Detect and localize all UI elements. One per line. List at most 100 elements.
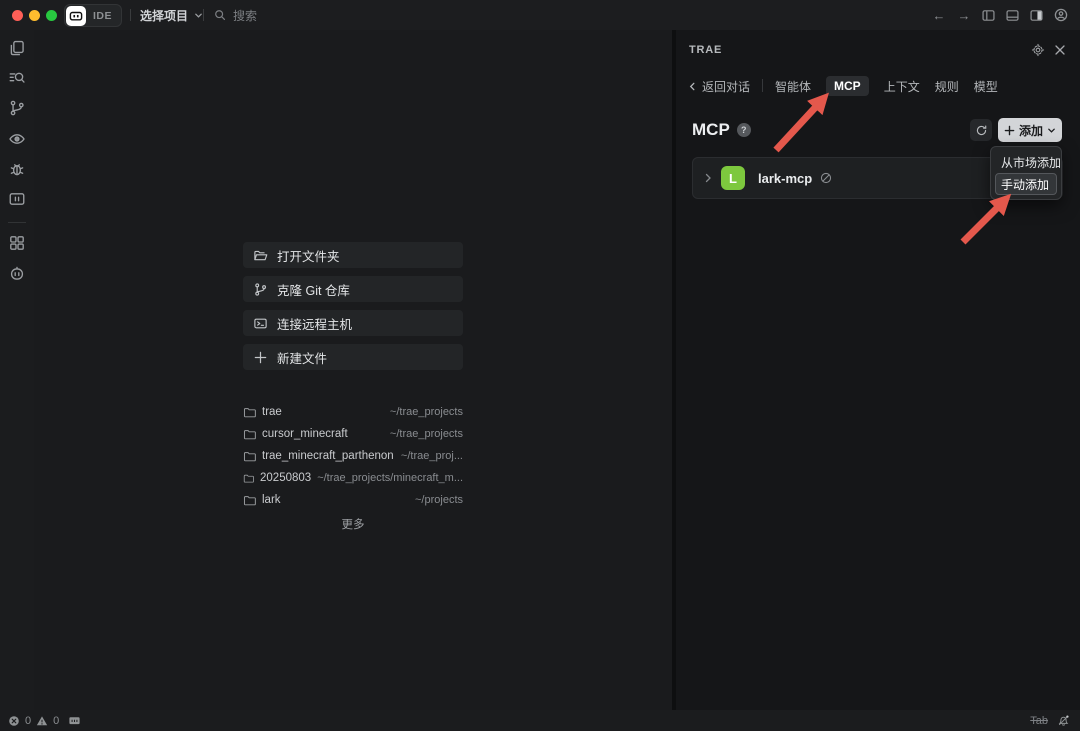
project-name: 20250803 xyxy=(260,472,312,484)
menu-item-add-manually[interactable]: 手动添加 xyxy=(995,173,1057,195)
connect-remote-host-label: 连接远程主机 xyxy=(277,317,353,332)
tab-row-divider xyxy=(762,79,763,92)
server-name: lark-mcp xyxy=(758,170,813,186)
error-icon xyxy=(9,715,19,726)
error-count: 0 xyxy=(25,714,32,727)
sidebar-item-ai-agent[interactable] xyxy=(8,264,26,282)
back-to-chat-link[interactable]: 返回对话 xyxy=(688,75,750,97)
help-icon[interactable]: ? xyxy=(736,123,751,137)
global-search[interactable]: 搜索 xyxy=(214,0,257,30)
tab-mcp[interactable]: MCP xyxy=(826,76,869,96)
traffic-light-zoom-button[interactable] xyxy=(46,10,57,21)
tab-context[interactable]: 上下文 xyxy=(884,78,920,95)
open-folder-label: 打开文件夹 xyxy=(277,249,340,264)
more-link[interactable]: 更多 xyxy=(243,516,463,532)
toggle-left-panel-button[interactable] xyxy=(981,8,996,23)
recent-project-row[interactable]: trae_minecraft_parthenon ~/trae_proj... xyxy=(243,445,463,467)
chevron-left-icon xyxy=(689,82,695,90)
expand-chevron-icon[interactable] xyxy=(703,173,713,183)
clone-git-repo-button[interactable]: 克隆 Git 仓库 xyxy=(243,276,463,302)
account-icon[interactable] xyxy=(1053,7,1069,23)
search-list-icon xyxy=(9,72,25,83)
titlebar-divider xyxy=(203,9,204,21)
settings-gear-button[interactable] xyxy=(1031,43,1045,57)
app-badge-label: IDE xyxy=(93,9,113,22)
sidebar-item-watch[interactable] xyxy=(8,130,26,148)
status-bar: 0 0 Tab xyxy=(0,710,1080,731)
tab-models[interactable]: 模型 xyxy=(974,78,998,95)
refresh-button[interactable] xyxy=(970,119,992,141)
add-button-label: 添加 xyxy=(1018,123,1043,138)
sidebar-item-source-control[interactable] xyxy=(8,99,26,117)
open-folder-button[interactable]: 打开文件夹 xyxy=(243,242,463,268)
connect-remote-host-button[interactable]: 连接远程主机 xyxy=(243,310,463,336)
eye-icon xyxy=(9,134,25,144)
recent-project-row[interactable]: cursor_minecraft ~/trae_projects xyxy=(243,423,463,445)
new-file-button[interactable]: 新建文件 xyxy=(243,344,463,370)
traffic-light-close-button[interactable] xyxy=(12,10,23,21)
terminal-window-icon xyxy=(9,193,25,205)
bell-muted-icon[interactable] xyxy=(1057,714,1070,727)
chevron-down-icon xyxy=(195,13,202,18)
section-title: MCP xyxy=(692,120,730,139)
project-path: ~/trae_projects xyxy=(389,428,463,440)
project-name: trae_minecraft_parthenon xyxy=(262,450,394,462)
clone-git-repo-label: 克隆 Git 仓库 xyxy=(277,283,350,298)
welcome-screen: 打开文件夹 克隆 Git 仓库 连接远程主机 新建文件 trae ~/trae_… xyxy=(34,30,672,710)
recent-project-row[interactable]: trae ~/trae_projects xyxy=(243,401,463,423)
folder-icon xyxy=(243,407,256,417)
recent-project-row[interactable]: 20250803 ~/trae_projects/minecraft_m... xyxy=(243,467,463,489)
search-icon xyxy=(215,10,226,21)
menu-item-add-from-market[interactable]: 从市场添加 xyxy=(995,151,1061,173)
project-path: ~/projects xyxy=(415,494,463,506)
refresh-icon xyxy=(976,125,986,135)
back-label: 返回对话 xyxy=(702,79,751,94)
nav-back-button[interactable]: ← xyxy=(931,8,947,23)
git-branch-icon xyxy=(255,282,267,296)
chevron-down-icon xyxy=(1048,128,1055,133)
files-icon xyxy=(10,40,24,56)
tab-rules[interactable]: 规则 xyxy=(935,78,959,95)
folder-icon xyxy=(243,495,256,505)
sidebar-item-extensions[interactable] xyxy=(8,234,26,252)
trae-panel: TRAE 返回对话 智能体 MCP 上下文 规则 模型 MCP ? 添加 L l… xyxy=(676,30,1080,710)
problems-indicator[interactable]: 0 0 xyxy=(0,714,81,727)
robot-icon xyxy=(10,266,24,280)
sidebar-item-preview[interactable] xyxy=(8,190,26,208)
project-name: trae xyxy=(262,406,282,418)
app-badge[interactable]: IDE xyxy=(64,4,123,27)
close-icon xyxy=(1055,45,1065,55)
mcp-section-header: MCP ? xyxy=(692,120,751,140)
grid-icon xyxy=(10,236,24,250)
toggle-right-panel-button[interactable] xyxy=(1029,8,1044,23)
traffic-light-minimize-button[interactable] xyxy=(29,10,40,21)
activity-bar xyxy=(0,30,34,710)
panel-tabs: 智能体 MCP 上下文 规则 模型 xyxy=(775,75,998,97)
trae-ide-window: IDE 选择项目 搜索 ← → 打开文件夹 克隆 Git 仓库 连接远程主机 新… xyxy=(0,0,1080,731)
folder-icon xyxy=(243,429,256,439)
gear-icon xyxy=(1031,43,1045,57)
trae-logo-icon xyxy=(66,5,86,26)
toggle-bottom-panel-button[interactable] xyxy=(1005,8,1020,23)
project-path: ~/trae_projects xyxy=(389,406,463,418)
disabled-icon xyxy=(821,172,832,184)
recent-project-row[interactable]: lark ~/projects xyxy=(243,489,463,511)
warning-count: 0 xyxy=(53,714,60,727)
sidebar-item-search[interactable] xyxy=(8,69,26,87)
add-button[interactable]: 添加 xyxy=(998,118,1062,142)
add-dropdown-menu: 从市场添加 手动添加 xyxy=(990,146,1062,200)
sidebar-item-debug[interactable] xyxy=(8,160,26,178)
close-panel-button[interactable] xyxy=(1054,44,1066,56)
plus-icon xyxy=(254,351,267,363)
project-path: ~/trae_projects/minecraft_m... xyxy=(317,472,463,484)
ports-icon xyxy=(69,717,80,725)
project-path: ~/trae_proj... xyxy=(400,450,463,462)
recent-projects-list: trae ~/trae_projects cursor_minecraft ~/… xyxy=(243,401,463,511)
server-avatar: L xyxy=(721,166,745,190)
project-selector[interactable]: 选择项目 xyxy=(140,0,203,30)
tab-completion-toggle[interactable]: Tab xyxy=(1030,715,1048,727)
nav-forward-button[interactable]: → xyxy=(956,8,972,23)
plus-icon xyxy=(1004,125,1015,135)
tab-agents[interactable]: 智能体 xyxy=(775,78,811,95)
sidebar-item-explorer[interactable] xyxy=(8,39,26,57)
